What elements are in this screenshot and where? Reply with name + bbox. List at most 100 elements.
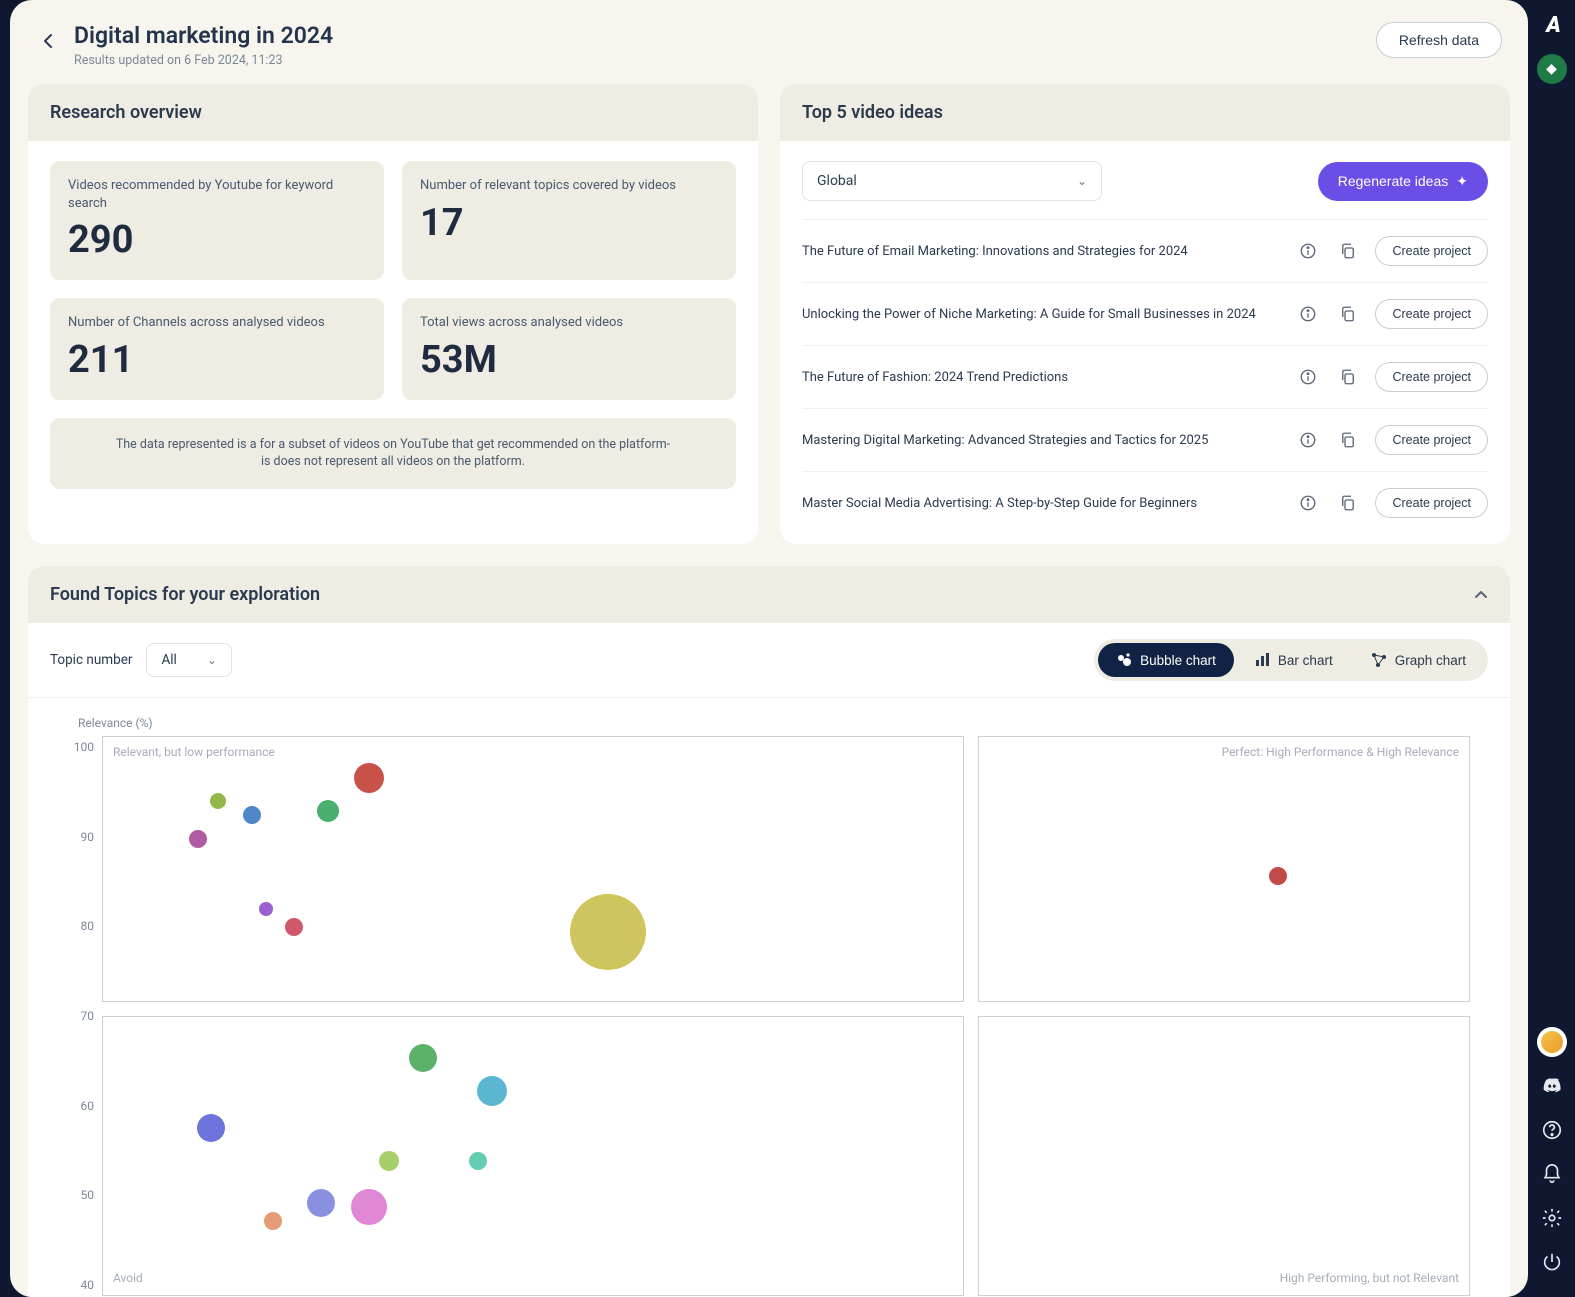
chart-type-toggle: Bubble chart Bar chart Graph chart [1094,639,1488,681]
top-ideas-panel: Top 5 video ideas Global ⌄ Regenerate id… [780,84,1510,544]
copy-icon[interactable] [1335,301,1361,327]
app-secondary-logo-icon[interactable]: ◆ [1537,54,1567,84]
chart-bubble[interactable] [189,830,207,848]
idea-title: Master Social Media Advertising: A Step-… [802,496,1281,511]
info-icon[interactable] [1295,490,1321,516]
quadrant-bottom-right: High Performing, but not Relevant [978,1016,1470,1296]
bar-chart-icon [1254,652,1270,668]
create-project-button[interactable]: Create project [1375,299,1488,329]
copy-icon[interactable] [1335,490,1361,516]
idea-row: Master Social Media Advertising: A Step-… [802,471,1488,534]
idea-row: Unlocking the Power of Niche Marketing: … [802,282,1488,345]
stat-card: Number of relevant topics covered by vid… [402,161,736,280]
notifications-icon[interactable] [1537,1159,1567,1189]
graph-chart-toggle[interactable]: Graph chart [1353,643,1484,677]
topic-number-select[interactable]: All ⌄ [146,643,231,677]
bubble-chart-icon [1116,652,1132,668]
scope-selected-value: Global [817,173,857,189]
chart-bubble[interactable] [469,1152,487,1170]
page-subtitle: Results updated on 6 Feb 2024, 11:23 [74,53,333,68]
chart-bubble[interactable] [570,894,646,970]
chart-bubble[interactable] [285,918,303,936]
y-tick: 50 [81,1188,95,1202]
power-icon[interactable] [1537,1247,1567,1277]
refresh-data-button[interactable]: Refresh data [1376,22,1502,58]
stat-label: Number of relevant topics covered by vid… [420,177,718,195]
y-axis-ticks: 100908070605040 [62,736,102,1296]
y-tick: 80 [81,919,95,933]
create-project-button[interactable]: Create project [1375,236,1488,266]
overview-footnote: The data represented is a for a subset o… [50,418,736,489]
stat-value: 290 [68,218,366,262]
bubble-chart-toggle[interactable]: Bubble chart [1098,643,1234,677]
idea-title: Mastering Digital Marketing: Advanced St… [802,433,1281,448]
back-button[interactable] [32,24,66,58]
info-icon[interactable] [1295,364,1321,390]
toggle-label: Bar chart [1278,653,1333,668]
right-nav-rail: ◆ [1528,0,1575,1297]
create-project-button[interactable]: Create project [1375,425,1488,455]
topic-number-label: Topic number [50,652,132,668]
quadrant-label: Perfect: High Performance & High Relevan… [1222,745,1459,761]
y-tick: 100 [74,740,94,754]
discord-icon[interactable] [1537,1071,1567,1101]
y-axis-label: Relevance (%) [78,716,1470,730]
chart-bubble[interactable] [409,1044,437,1072]
quadrant-top-left: Relevant, but low performance [102,736,964,1002]
chevron-down-icon: ⌄ [207,653,217,667]
copy-icon[interactable] [1335,238,1361,264]
chart-bubble[interactable] [264,1212,282,1230]
scope-select[interactable]: Global ⌄ [802,161,1102,201]
bar-chart-toggle[interactable]: Bar chart [1236,643,1351,677]
collapse-toggle[interactable] [1474,588,1488,602]
copy-icon[interactable] [1335,427,1361,453]
idea-title: The Future of Fashion: 2024 Trend Predic… [802,370,1281,385]
chart-bubble[interactable] [307,1189,335,1217]
create-project-button[interactable]: Create project [1375,488,1488,518]
stat-value: 211 [68,338,366,382]
idea-row: The Future of Email Marketing: Innovatio… [802,219,1488,282]
graph-chart-icon [1371,652,1387,668]
quadrant-label: High Performing, but not Relevant [1280,1271,1459,1287]
chart-bubble[interactable] [354,763,384,793]
chart-bubble[interactable] [317,800,339,822]
create-project-button[interactable]: Create project [1375,362,1488,392]
chart-bubble[interactable] [477,1076,507,1106]
research-overview-title: Research overview [28,84,758,141]
chart-bubble[interactable] [351,1189,387,1225]
topic-selected-value: All [161,652,176,668]
idea-title: The Future of Email Marketing: Innovatio… [802,244,1281,259]
bubble-plot: Relevant, but low performance Perfect: H… [102,736,1470,1296]
coin-icon[interactable] [1537,1027,1567,1057]
stat-card: Number of Channels across analysed video… [50,298,384,400]
stat-card: Videos recommended by Youtube for keywor… [50,161,384,280]
quadrant-label: Relevant, but low performance [113,745,275,761]
toggle-label: Bubble chart [1140,653,1216,668]
y-tick: 40 [81,1278,95,1292]
chart-bubble[interactable] [259,902,273,916]
idea-row: The Future of Fashion: 2024 Trend Predic… [802,345,1488,408]
chart-bubble[interactable] [197,1114,225,1142]
chevron-down-icon: ⌄ [1077,174,1087,188]
info-icon[interactable] [1295,427,1321,453]
idea-row: Mastering Digital Marketing: Advanced St… [802,408,1488,471]
quadrant-bottom-left: Avoid [102,1016,964,1296]
chart-bubble[interactable] [1269,867,1287,885]
app-logo-icon[interactable] [1537,10,1567,40]
chart-bubble[interactable] [379,1151,399,1171]
help-icon[interactable] [1537,1115,1567,1145]
info-icon[interactable] [1295,301,1321,327]
stat-label: Number of Channels across analysed video… [68,314,366,332]
y-tick: 90 [81,830,95,844]
regenerate-ideas-button[interactable]: Regenerate ideas ✦ [1318,162,1488,201]
stat-label: Total views across analysed videos [420,314,718,332]
chart-bubble[interactable] [243,806,261,824]
stat-value: 17 [420,201,718,245]
copy-icon[interactable] [1335,364,1361,390]
chart-bubble[interactable] [210,793,226,809]
research-overview-panel: Research overview Videos recommended by … [28,84,758,544]
toggle-label: Graph chart [1395,653,1466,668]
found-topics-title: Found Topics for your exploration [50,584,320,605]
settings-icon[interactable] [1537,1203,1567,1233]
info-icon[interactable] [1295,238,1321,264]
